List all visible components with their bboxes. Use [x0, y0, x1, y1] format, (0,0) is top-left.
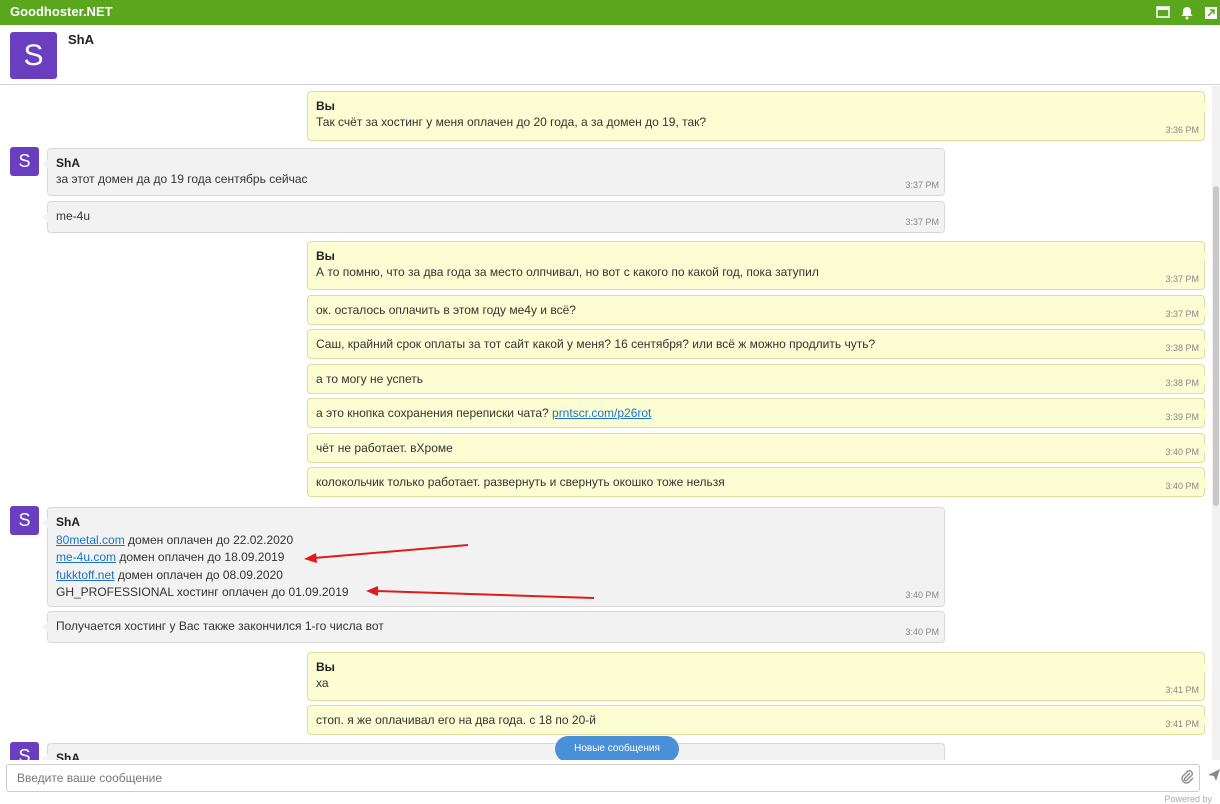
message-time: 3:41 PM	[1165, 719, 1199, 729]
message-time: 3:36 PM	[1165, 125, 1199, 135]
message-text: а то могу не успеть	[316, 372, 424, 386]
message-text: А то помню, что за два года за место олп…	[316, 265, 819, 279]
message-time: 3:37 PM	[1165, 274, 1199, 284]
message-time: 3:38 PM	[1165, 378, 1199, 388]
message-bubble: ShA за этот домен да до 19 года сентябрь…	[42, 148, 945, 196]
domain-link[interactable]: fukktoff.net	[56, 568, 114, 582]
message-time: 3:41 PM	[1165, 685, 1199, 695]
message-text: чёт не работает. вХроме	[316, 441, 453, 455]
message-author: Вы	[316, 99, 335, 113]
message-time: 3:40 PM	[1165, 447, 1199, 457]
domain-line: 80metal.com домен оплачен до 22.02.2020	[56, 532, 936, 550]
domain-status: домен оплачен до 08.09.2020	[114, 567, 283, 582]
screenshot-link[interactable]: prntscr.com/p26rot	[552, 406, 651, 420]
message-text: me-4u	[56, 209, 91, 223]
message-text: ха	[316, 676, 329, 690]
message-time: 3:38 PM	[1165, 343, 1199, 353]
message-text: стоп. я же оплачивал его на два года. с …	[316, 713, 596, 727]
chat-header: S ShA	[0, 25, 1220, 85]
scrollbar-thumb[interactable]	[1213, 186, 1219, 506]
message-time: 3:40 PM	[1165, 481, 1199, 491]
hosting-status: GH_PROFESSIONAL хостинг оплачен до 01.09…	[56, 585, 349, 599]
avatar: S	[10, 742, 39, 760]
message-bubble: Саш, крайний срок оплаты за тот сайт как…	[307, 329, 1210, 359]
send-icon[interactable]	[1207, 768, 1220, 786]
red-arrow-annotation	[366, 586, 595, 599]
message-bubble: ShA	[42, 743, 945, 760]
avatar: S	[10, 147, 39, 176]
message-time: 3:37 PM	[905, 180, 939, 190]
message-text: Получается хостинг у Вас также закончилс…	[56, 619, 384, 633]
domain-link[interactable]: me-4u.com	[56, 550, 116, 564]
bell-icon[interactable]	[1180, 6, 1194, 20]
domain-status: домен оплачен до 18.09.2019	[116, 550, 285, 564]
expand-icon[interactable]	[1204, 6, 1218, 20]
top-bar: Goodhoster.NET	[0, 0, 1220, 25]
chat-scrollbar[interactable]	[1212, 86, 1220, 760]
message-input[interactable]	[6, 764, 1200, 792]
message-time: 3:37 PM	[905, 217, 939, 227]
message-author: Вы	[316, 660, 335, 674]
message-author: ShA	[56, 515, 80, 529]
new-messages-button[interactable]: Новые сообщения	[555, 736, 679, 762]
message-bubble: me-4u 3:37 PM	[42, 201, 945, 233]
message-bubble: Вы ха 3:41 PM	[307, 652, 1210, 701]
message-bubble: Получается хостинг у Вас также закончилс…	[42, 611, 945, 643]
avatar: S	[10, 32, 57, 79]
message-text: ок. осталось оплачить в этом году ме4у и…	[316, 303, 576, 317]
message-text: за этот домен да до 19 года сентябрь сей…	[56, 172, 308, 186]
message-time: 3:37 PM	[1165, 309, 1199, 319]
message-bubble: а это кнопка сохранения переписки чата? …	[307, 398, 1210, 428]
red-arrow-annotation	[304, 544, 469, 563]
input-bar: Powered by	[0, 760, 1220, 804]
message-author: Вы	[316, 249, 335, 263]
message-bubble: колокольчик только работает. развернуть …	[307, 467, 1210, 497]
domain-status: домен оплачен до 22.02.2020	[124, 532, 294, 547]
message-text: Так счёт за хостинг у меня оплачен до 20…	[316, 115, 707, 129]
app-title: Goodhoster.NET	[10, 4, 113, 19]
message-bubble: чёт не работает. вХроме 3:40 PM	[307, 433, 1210, 463]
powered-by-label: Powered by	[1164, 794, 1212, 804]
message-time: 3:40 PM	[905, 589, 939, 600]
message-text-before: а это кнопка сохранения переписки чата?	[316, 406, 549, 420]
message-text: Саш, крайний срок оплаты за тот сайт как…	[316, 337, 876, 351]
domain-line: me-4u.com домен оплачен до 18.09.2019	[56, 549, 936, 567]
avatar: S	[10, 506, 39, 535]
message-bubble: Вы А то помню, что за два года за место …	[307, 241, 1210, 290]
message-time: 3:40 PM	[905, 627, 939, 637]
message-bubble: стоп. я же оплачивал его на два года. с …	[307, 705, 1210, 735]
message-bubble: а то могу не успеть 3:38 PM	[307, 364, 1210, 394]
paperclip-icon[interactable]	[1180, 769, 1194, 790]
chat-log[interactable]: Вы Так счёт за хостинг у меня оплачен до…	[0, 86, 1220, 760]
contact-name: ShA	[68, 32, 94, 47]
window-icon[interactable]	[1156, 5, 1170, 20]
message-bubble: Вы Так счёт за хостинг у меня оплачен до…	[307, 91, 1210, 141]
message-text: колокольчик только работает. развернуть …	[316, 475, 725, 489]
top-icons	[1156, 0, 1220, 25]
message-text: а это кнопка сохранения переписки чата? …	[316, 405, 1196, 421]
message-time: 3:39 PM	[1165, 412, 1199, 422]
message-bubble: ок. осталось оплачить в этом году ме4у и…	[307, 295, 1210, 325]
message-author: ShA	[56, 156, 80, 170]
domain-link[interactable]: 80metal.com	[56, 533, 125, 547]
message-author: ShA	[56, 751, 80, 760]
